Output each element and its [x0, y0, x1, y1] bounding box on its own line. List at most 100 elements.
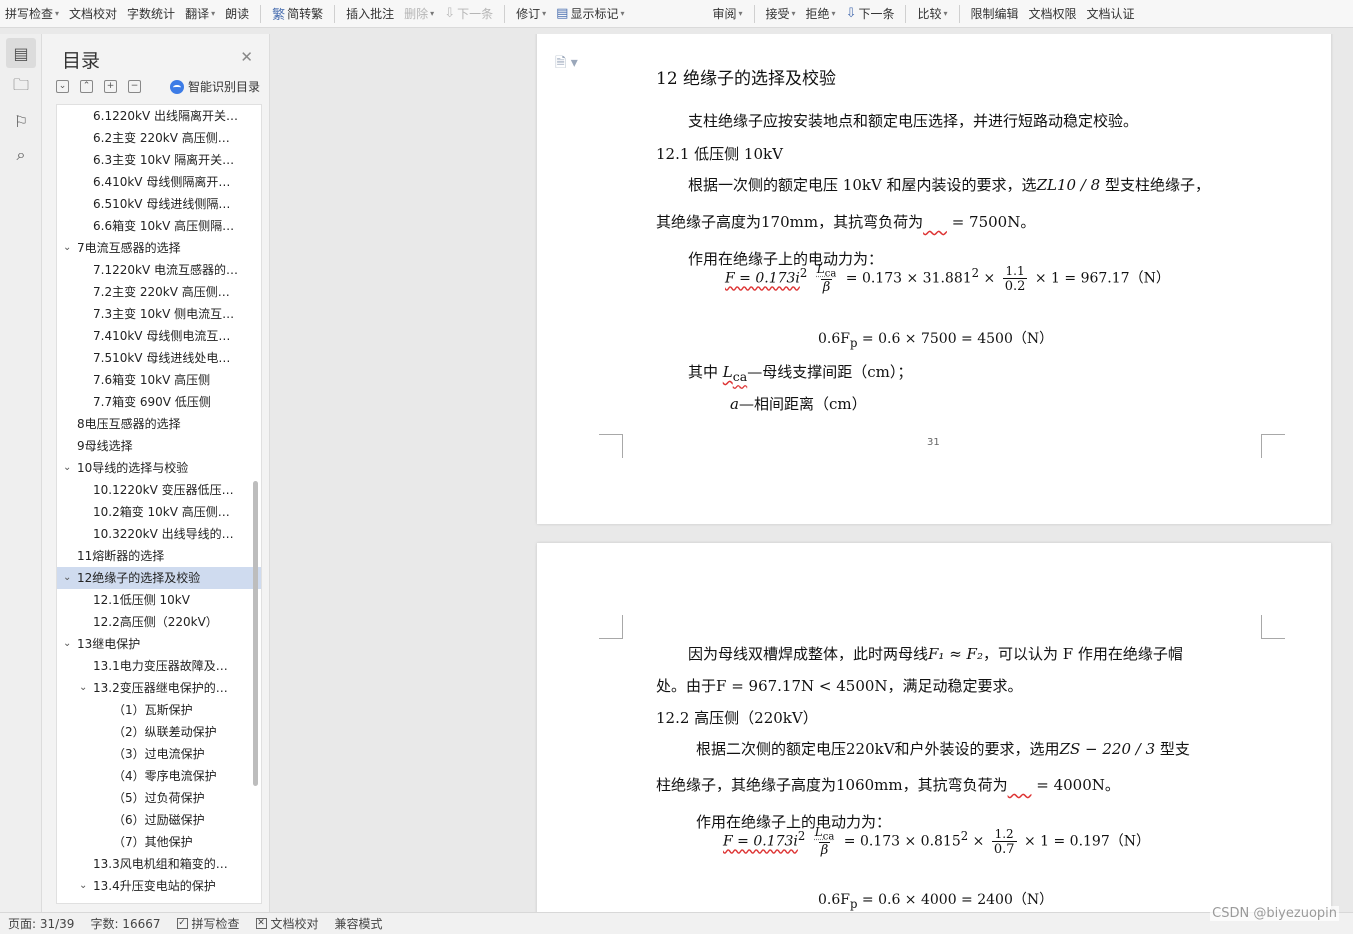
subsection-heading: 12.2 高压侧（220kV） [656, 709, 818, 727]
outline-item[interactable]: ⌄ 12绝缘子的选择及校验 [57, 567, 261, 589]
accept-button[interactable]: 接受 ▾ [761, 3, 801, 25]
outline-item[interactable]: 12.1低压侧 10kV [57, 589, 261, 611]
margin-corner [599, 434, 623, 458]
trad-simp-button[interactable]: 繁简转繁 [267, 3, 328, 25]
delete-comment-button[interactable]: 删除 ▾ [399, 3, 439, 25]
chevron-down-icon[interactable]: ⌄ [79, 875, 87, 897]
outline-item[interactable]: （2）纵联差动保护 [57, 721, 261, 743]
outline-item[interactable]: 10.2箱变 10kV 高压侧导线的选择 [57, 501, 261, 523]
insert-comment-button[interactable]: 插入批注 [341, 3, 399, 25]
outline-item[interactable]: 6.410kV 母线侧隔离开关的选择 [57, 171, 261, 193]
outline-item[interactable]: 6.1220kV 出线隔离开关的选择 [57, 105, 261, 127]
chevron-down-icon[interactable]: ⌄ [63, 633, 71, 655]
outline-item[interactable]: 7.6箱变 10kV 高压侧 [57, 369, 261, 391]
doc-cert-button[interactable]: 文档认证 [1082, 3, 1140, 25]
sidebar-rail: ▤ 🗀 ⚐ ⌕ [0, 34, 42, 912]
folder-icon[interactable]: 🗀 [6, 72, 36, 102]
outline-item[interactable]: 7.510kV 母线进线处电流互感器的选择 [57, 347, 261, 369]
next-change-button[interactable]: ⇩ 下一条 [841, 3, 900, 25]
outline-item[interactable]: ⌄ 10导线的选择与校验 [57, 457, 261, 479]
margin-corner [1261, 434, 1285, 458]
review-toolbar: 拼写检查 ▾ 文档校对 字数统计 翻译 ▾ 朗读 繁简转繁 插入批注 删除 ▾ ⇩ 下一… [0, 0, 1353, 28]
outline-item[interactable]: （6）过励磁保护 [57, 809, 261, 831]
chevron-down-icon: ▾ [211, 9, 216, 18]
track-changes-button[interactable]: 修订 ▾ [511, 3, 551, 25]
outline-item[interactable]: 8电压互感器的选择 [57, 413, 261, 435]
next-comment-button[interactable]: ⇩ 下一条 [439, 3, 498, 25]
doc-proof-button[interactable]: 文档校对 [64, 3, 122, 25]
paragraph: 因为母线双槽焊成整体，此时两母线F₁ ≈ F₂，可以认为 F 作用在绝缘子帽 [688, 645, 1183, 663]
chevron-down-icon[interactable]: ⌄ [63, 567, 71, 589]
outline-item[interactable]: ⌄ 13继电保护 [57, 633, 261, 655]
outline-item[interactable]: 12.2高压侧（220kV） [57, 611, 261, 633]
outline-item[interactable]: 10.1220kV 变压器低压侧导线的选择 [57, 479, 261, 501]
outline-item[interactable]: （4）零序电流保护 [57, 765, 261, 787]
scrollbar[interactable] [253, 481, 258, 786]
outline-item[interactable]: 11熔断器的选择 [57, 545, 261, 567]
spell-check-toggle[interactable]: ✓ 拼写检查 [176, 915, 240, 932]
outline-item[interactable]: 6.2主变 220kV 高压侧隔离开关的选择 [57, 127, 261, 149]
expand-all-icon[interactable]: ⌄ [56, 80, 69, 93]
outline-item[interactable]: ⌄ 13.2变压器继电保护的配置 [57, 677, 261, 699]
restrict-edit-button[interactable]: 限制编辑 [966, 3, 1024, 25]
paragraph: 支柱绝缘子应按安装地点和额定电压选择，并进行短路动稳定校验。 [688, 112, 1139, 130]
outline-item[interactable]: 13.1电力变压器故障及不正常运行状态 [57, 655, 261, 677]
chevron-down-icon: ▾ [738, 9, 743, 18]
checkbox-icon: ✓ [176, 918, 188, 929]
doc-permission-button[interactable]: 文档权限 [1024, 3, 1082, 25]
paragraph: 根据二次侧的额定电压220kV和户外装设的要求，选用ZS − 220 / 3 型… [696, 740, 1190, 758]
next-change-icon: ⇩ [845, 6, 857, 21]
close-icon: ✕ [255, 918, 267, 929]
outline-item[interactable]: 7.7箱变 690V 低压侧 [57, 391, 261, 413]
document-area: 🗎 ▾ 12 绝缘子的选择及校验 支柱绝缘子应按安装地点和额定电压选择，并进行短… [270, 34, 1353, 912]
chevron-down-icon: ▾ [542, 9, 547, 18]
outline-item[interactable]: ⌄ 7电流互感器的选择 [57, 237, 261, 259]
chevron-down-icon: ▾ [831, 9, 836, 18]
outline-view-icon[interactable]: ▤ [6, 38, 36, 68]
search-icon[interactable]: ⌕ [6, 140, 36, 170]
outline-item[interactable]: 6.510kV 母线进线侧隔离开关的选择 [57, 193, 261, 215]
translate-button[interactable]: 翻译 ▾ [180, 3, 220, 25]
show-markup-button[interactable]: ▤ 显示标记 ▾ [551, 3, 629, 25]
remove-heading-icon[interactable]: − [128, 80, 141, 93]
outline-item[interactable]: 6.3主变 10kV 隔离开关的选择 [57, 149, 261, 171]
watermark: CSDN @biyezuopin [1210, 906, 1339, 921]
outline-item[interactable]: （1）瓦斯保护 [57, 699, 261, 721]
compare-button[interactable]: 比较 ▾ [912, 3, 952, 25]
smart-toc-button[interactable]: 智能识别目录 [170, 78, 260, 95]
outline-item[interactable]: 10.3220kV 出线导线的选择 [57, 523, 261, 545]
reject-button[interactable]: 拒绝 ▾ [801, 3, 841, 25]
doc-proof-toggle[interactable]: ✕ 文档校对 [255, 915, 319, 932]
outline-item[interactable]: （5）过负荷保护 [57, 787, 261, 809]
outline-item[interactable]: 7.2主变 220kV 高压侧电流互感器的选择 [57, 281, 261, 303]
add-heading-icon[interactable]: + [104, 80, 117, 93]
outline-item[interactable]: 7.3主变 10kV 侧电流互感器的选择 [57, 303, 261, 325]
outline-item[interactable]: （3）过电流保护 [57, 743, 261, 765]
paragraph: 其中 Lca—母线支撑间距（cm）； [688, 363, 913, 384]
chevron-down-icon[interactable]: ⌄ [63, 457, 71, 479]
outline-item[interactable]: ⌄ 13.4升压变电站的保护 [57, 875, 261, 897]
outline-item[interactable]: 7.410kV 母线侧电流互感器的选择 [57, 325, 261, 347]
status-bar: 页面: 31/39 字数: 16667 ✓ 拼写检查 ✕ 文档校对 兼容模式 [0, 912, 1353, 934]
collapse-all-icon[interactable]: ⌃ [80, 80, 93, 93]
review-button[interactable]: 审阅 ▾ [707, 3, 747, 25]
spell-check-button[interactable]: 拼写检查 ▾ [0, 3, 64, 25]
close-icon[interactable]: ✕ [240, 48, 253, 66]
page-indicator[interactable]: 页面: 31/39 [8, 915, 74, 932]
chevron-down-icon[interactable]: ⌄ [63, 237, 71, 259]
outline-item[interactable]: （7）其他保护 [57, 831, 261, 853]
outline-item[interactable]: 6.6箱变 10kV 高压侧隔离开关的选择 [57, 215, 261, 237]
word-count[interactable]: 字数: 16667 [90, 915, 160, 932]
outline-item[interactable]: 7.1220kV 电流互感器的选择 [57, 259, 261, 281]
read-aloud-button[interactable]: 朗读 [220, 3, 254, 25]
word-count-button[interactable]: 字数统计 [122, 3, 180, 25]
margin-corner [599, 615, 623, 639]
divider [334, 4, 336, 23]
document-menu-icon[interactable]: 🗎 ▾ [555, 52, 578, 76]
document-page: 因为母线双槽焊成整体，此时两母线F₁ ≈ F₂，可以认为 F 作用在绝缘子帽 处… [537, 543, 1331, 912]
outline-item[interactable]: 9母线选择 [57, 435, 261, 457]
margin-corner [1261, 615, 1285, 639]
bookmark-icon[interactable]: ⚐ [6, 106, 36, 136]
chevron-down-icon[interactable]: ⌄ [79, 677, 87, 699]
outline-item[interactable]: 13.3风电机组和箱变的保护 [57, 853, 261, 875]
